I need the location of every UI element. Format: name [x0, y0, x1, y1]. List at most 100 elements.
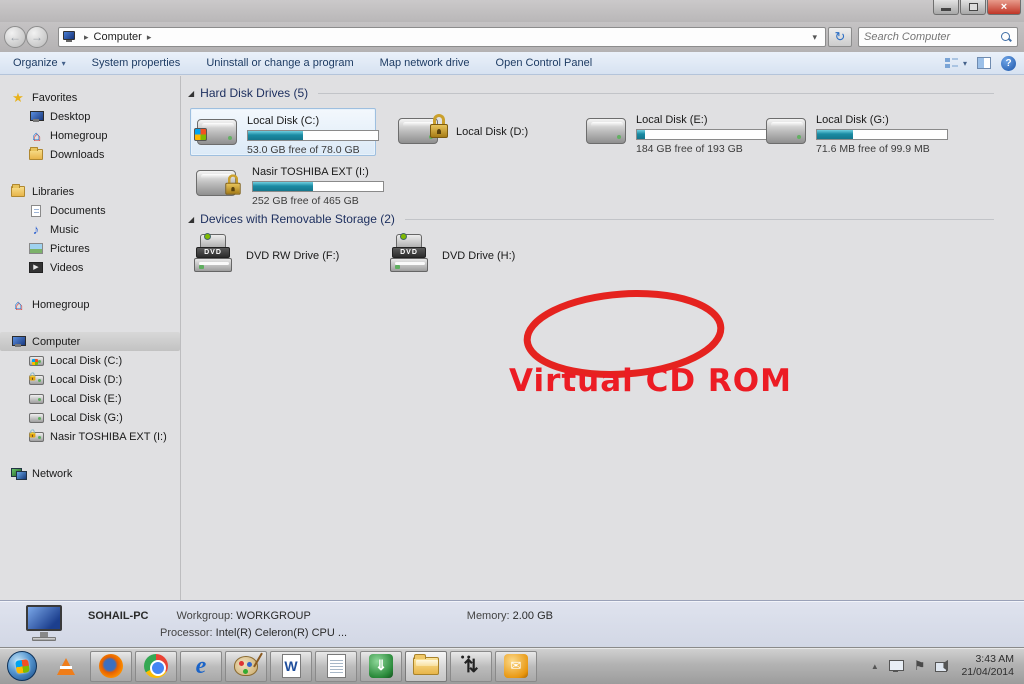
- sidebar-item-local-disk-d[interactable]: Local Disk (D:): [0, 370, 180, 389]
- preview-pane-button[interactable]: [977, 57, 991, 69]
- download-manager-icon: ⇓: [369, 654, 393, 678]
- taskbar-clock[interactable]: 3:43 AM 21/04/2014: [961, 653, 1014, 679]
- notepad-icon: [326, 654, 346, 678]
- sidebar-item-homegroup[interactable]: ⌂ Homegroup: [0, 126, 180, 145]
- internet-explorer-icon: e: [195, 653, 207, 679]
- sidebar-item-local-disk-e[interactable]: Local Disk (E:): [0, 389, 180, 408]
- downloads-folder-icon: [28, 147, 44, 162]
- open-control-panel-button[interactable]: Open Control Panel: [483, 52, 606, 74]
- workgroup-label: Workgroup:: [176, 610, 234, 622]
- taskbar-outlook-button[interactable]: ✉: [495, 650, 537, 682]
- start-button[interactable]: [7, 651, 37, 681]
- taskbar-easy-transfer-button[interactable]: ⇅: [450, 648, 492, 682]
- help-button[interactable]: ?: [1001, 55, 1016, 71]
- breadcrumb-arrow-icon[interactable]: ▸: [147, 32, 152, 43]
- uninstall-program-button[interactable]: Uninstall or change a program: [193, 52, 366, 74]
- show-hidden-icons-button[interactable]: ▲: [871, 662, 879, 671]
- sidebar-item-music[interactable]: ♪ Music: [0, 220, 180, 239]
- sidebar-item-documents[interactable]: Documents: [0, 201, 180, 220]
- breadcrumb-computer[interactable]: Computer: [94, 31, 142, 43]
- hard-drive-icon: [584, 112, 628, 150]
- navigation-row: ← → ▸ Computer ▸ ▾ ↻: [0, 22, 1024, 52]
- search-box[interactable]: [858, 27, 1018, 47]
- system-properties-button[interactable]: System properties: [79, 52, 194, 74]
- sidebar-item-toshiba-ext[interactable]: Nasir TOSHIBA EXT (I:): [0, 427, 180, 446]
- chevron-down-icon[interactable]: ▾: [963, 59, 967, 68]
- drive-name: DVD RW Drive (F:): [246, 250, 340, 262]
- sidebar-item-pictures[interactable]: Pictures: [0, 239, 180, 258]
- sidebar-item-downloads[interactable]: Downloads: [0, 145, 180, 164]
- maximize-icon: [968, 3, 978, 11]
- sidebar-item-local-disk-g[interactable]: Local Disk (G:): [0, 408, 180, 427]
- taskbar-chrome-button[interactable]: [135, 650, 177, 682]
- drive-tile-local-disk-c[interactable]: Local Disk (C:) 53.0 GB free of 78.0 GB: [190, 108, 379, 156]
- drive-tile-toshiba-ext[interactable]: Nasir TOSHIBA EXT (I:) 252 GB free of 46…: [190, 160, 390, 208]
- capacity-meter: [252, 181, 384, 192]
- hard-drive-icon: [194, 113, 239, 151]
- taskbar-paint-button[interactable]: [225, 650, 267, 682]
- section-header-hard-disk-drives[interactable]: ◢ Hard Disk Drives (5): [188, 86, 994, 100]
- sidebar-item-homegroup-root[interactable]: ⌂ Homegroup: [0, 295, 180, 314]
- collapse-triangle-icon[interactable]: ◢: [188, 215, 194, 224]
- workgroup-value: WORKGROUP: [236, 610, 311, 622]
- refresh-button[interactable]: ↻: [828, 27, 852, 47]
- sidebar-item-favorites[interactable]: ★ Favorites: [0, 88, 180, 107]
- minimize-button[interactable]: [933, 0, 959, 15]
- close-button[interactable]: ×: [987, 0, 1021, 15]
- hard-drive-icon: [764, 112, 808, 150]
- drive-name: Local Disk (E:): [636, 114, 708, 126]
- sidebar-item-desktop[interactable]: Desktop: [0, 107, 180, 126]
- chrome-icon: [144, 654, 168, 678]
- drive-name: Nasir TOSHIBA EXT (I:): [252, 166, 369, 178]
- free-space-text: 71.6 MB free of 99.9 MB: [816, 143, 930, 155]
- change-view-button[interactable]: [944, 57, 959, 69]
- title-bar[interactable]: ×: [0, 0, 1024, 22]
- section-header-removable-storage[interactable]: ◢ Devices with Removable Storage (2): [188, 212, 994, 226]
- outlook-icon: ✉: [504, 654, 528, 678]
- taskbar-explorer-button[interactable]: [405, 650, 447, 682]
- drive-tile-local-disk-e[interactable]: Local Disk (E:) 184 GB free of 193 GB: [580, 108, 768, 156]
- drive-tile-dvd-h[interactable]: DVD DVD Drive (H:): [386, 232, 566, 280]
- action-center-icon[interactable]: ⚑: [914, 658, 926, 674]
- dvd-drive-icon: DVD: [388, 233, 432, 276]
- sidebar-item-computer[interactable]: Computer: [0, 332, 180, 351]
- taskbar-firefox-button[interactable]: [90, 650, 132, 682]
- taskbar-notepad-button[interactable]: [315, 650, 357, 682]
- taskbar-word-button[interactable]: W: [270, 650, 312, 682]
- map-network-drive-button[interactable]: Map network drive: [367, 52, 483, 74]
- sidebar-item-libraries[interactable]: Libraries: [0, 182, 180, 201]
- annotation-text: Virtual CD ROM: [509, 363, 792, 399]
- minimize-icon: [941, 8, 951, 11]
- drive-tile-local-disk-d[interactable]: Local Disk (D:): [392, 108, 562, 156]
- sidebar-item-local-disk-c[interactable]: Local Disk (C:): [0, 351, 180, 370]
- locked-hard-drive-icon: [396, 112, 448, 150]
- capacity-meter: [816, 129, 948, 140]
- maximize-button[interactable]: [960, 0, 986, 15]
- back-button[interactable]: ←: [4, 26, 26, 48]
- forward-button[interactable]: →: [26, 26, 48, 48]
- chevron-down-icon: ▾: [61, 58, 66, 68]
- taskbar-idm-button[interactable]: ⇓: [360, 650, 402, 682]
- drive-tile-dvd-rw-f[interactable]: DVD DVD RW Drive (F:): [190, 232, 370, 280]
- homegroup-icon: ⌂: [14, 297, 22, 312]
- sidebar-item-videos[interactable]: ▶ Videos: [0, 258, 180, 277]
- drive-tile-local-disk-g[interactable]: Local Disk (G:) 71.6 MB free of 99.9 MB: [760, 108, 948, 156]
- computer-icon: [22, 605, 68, 643]
- drive-icon: [28, 354, 44, 368]
- network-tray-icon[interactable]: [935, 660, 949, 673]
- collapse-triangle-icon[interactable]: ◢: [188, 89, 194, 98]
- clock-date: 21/04/2014: [961, 666, 1014, 678]
- sidebar-item-network[interactable]: Network: [0, 464, 180, 483]
- taskbar-internet-explorer-button[interactable]: e: [180, 650, 222, 682]
- free-space-text: 184 GB free of 193 GB: [636, 143, 743, 155]
- address-dropdown-icon[interactable]: ▾: [808, 32, 821, 43]
- computer-icon: [63, 31, 77, 43]
- organize-button[interactable]: Organize ▾: [0, 52, 79, 74]
- display-tray-icon[interactable]: [888, 659, 904, 673]
- drive-icon: [28, 392, 44, 406]
- computer-icon: [10, 335, 26, 349]
- search-input[interactable]: [864, 31, 1000, 43]
- computer-name: SOHAIL-PC: [88, 610, 149, 622]
- address-bar[interactable]: ▸ Computer ▸ ▾: [58, 27, 826, 47]
- taskbar-vlc-button[interactable]: [45, 651, 87, 682]
